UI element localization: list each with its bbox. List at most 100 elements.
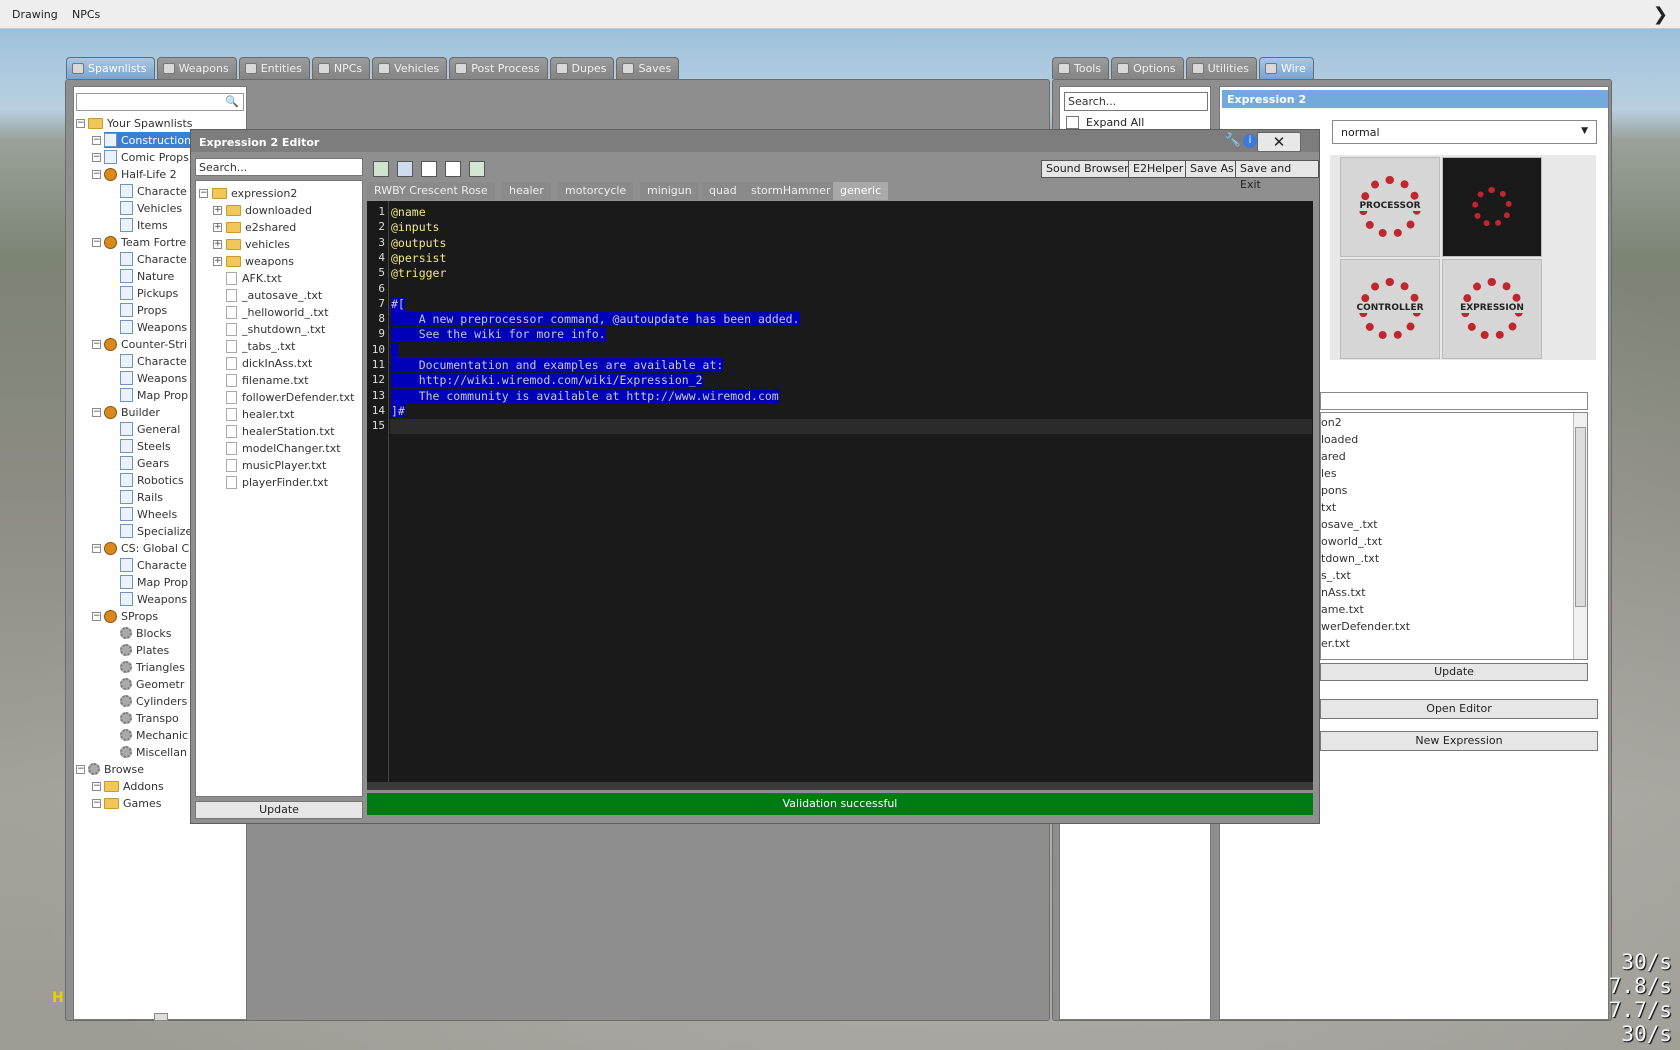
expander-icon[interactable]: − (92, 544, 101, 553)
code-tab[interactable]: stormHammer (744, 182, 838, 200)
tree-item[interactable]: Cylinders (120, 693, 187, 709)
file-list-item[interactable]: oworld_.txt (1321, 535, 1382, 548)
model-tile-processor[interactable]: PROCESSOR (1340, 157, 1440, 257)
expander-icon[interactable]: + (213, 223, 222, 232)
file-tree-item[interactable]: healer.txt (226, 406, 294, 422)
file-tree-item[interactable]: _autosave_.txt (226, 287, 322, 303)
model-tile-expression[interactable]: EXPRESSION (1442, 259, 1542, 359)
update-button[interactable]: Update (1320, 663, 1588, 681)
file-tree-item[interactable]: downloaded (226, 202, 312, 218)
chevron-right-icon[interactable]: ❯ (1653, 4, 1668, 25)
save-as-button[interactable]: Save As (1185, 160, 1239, 178)
tree-item[interactable]: CS: Global C (104, 540, 189, 556)
expander-icon[interactable]: + (213, 240, 222, 249)
tree-item[interactable]: Gears (120, 455, 169, 471)
open-editor-button[interactable]: Open Editor (1320, 699, 1598, 719)
tab-post-process[interactable]: Post Process (449, 57, 548, 79)
code-tab[interactable]: quad (702, 182, 744, 200)
resize-grip[interactable] (154, 1013, 168, 1021)
expander-icon[interactable]: − (92, 340, 101, 349)
expander-icon[interactable]: − (92, 153, 101, 162)
expander-icon[interactable]: − (92, 782, 101, 791)
model-tile-dark[interactable] (1442, 157, 1542, 257)
tree-item[interactable]: Construction (104, 132, 192, 148)
file-tree-item[interactable]: playerFinder.txt (226, 474, 328, 490)
tree-item[interactable]: Weapons (120, 370, 187, 386)
file-list-item[interactable]: ame.txt (1321, 603, 1364, 616)
code-tab[interactable]: minigun (640, 182, 699, 200)
tree-item[interactable]: Geometr (120, 676, 184, 692)
file-tree-item[interactable]: vehicles (226, 236, 290, 252)
tree-item[interactable]: Counter-Stri (104, 336, 187, 352)
tree-item[interactable]: Characte (120, 557, 187, 573)
file-list-item[interactable]: on2 (1321, 416, 1342, 429)
expander-icon[interactable]: + (213, 206, 222, 215)
scrollbar-thumb[interactable] (1575, 427, 1586, 607)
sound-browser-button[interactable]: Sound Browser (1041, 160, 1134, 178)
tab-spawnlists[interactable]: Spawnlists (66, 57, 155, 79)
file-tree-item[interactable]: followerDefender.txt (226, 389, 354, 405)
code-tab[interactable]: healer (502, 182, 551, 200)
tree-item[interactable]: Pickups (120, 285, 178, 301)
tab-vehicles[interactable]: Vehicles (372, 57, 448, 79)
file-tree-item[interactable]: e2shared (226, 219, 296, 235)
expander-icon[interactable]: − (76, 765, 85, 774)
tree-item[interactable]: Steels (120, 438, 171, 454)
tab-npcs[interactable]: NPCs (311, 57, 371, 79)
file-search-input[interactable] (1320, 392, 1588, 410)
tree-item[interactable]: Items (120, 217, 168, 233)
file-list-item[interactable]: pons (1321, 484, 1347, 497)
expander-icon[interactable]: − (92, 170, 101, 179)
tab-wire[interactable]: Wire (1258, 57, 1314, 79)
expander-icon[interactable]: + (213, 257, 222, 266)
file-list-item[interactable]: ared (1321, 450, 1346, 463)
expander-icon[interactable]: − (92, 136, 101, 145)
file-list-item[interactable]: werDefender.txt (1321, 620, 1410, 633)
file-list-item[interactable]: tdown_.txt (1321, 552, 1379, 565)
tab-utilities[interactable]: Utilities (1185, 57, 1257, 79)
expand-all-checkbox[interactable] (1066, 116, 1079, 129)
close-file-icon[interactable] (445, 161, 461, 177)
tab-weapons[interactable]: Weapons (156, 57, 237, 79)
e2helper-button[interactable]: E2Helper (1128, 160, 1189, 178)
tree-item[interactable]: Rails (120, 489, 163, 505)
search-icon[interactable]: 🔍 (225, 95, 239, 108)
file-tree-item[interactable]: AFK.txt (226, 270, 282, 286)
horizontal-scrollbar[interactable] (367, 782, 1313, 790)
file-list-item[interactable]: nAss.txt (1321, 586, 1366, 599)
file-list-item[interactable]: er.txt (1321, 637, 1350, 650)
file-tree-item[interactable]: healerStation.txt (226, 423, 335, 439)
expander-icon[interactable]: − (92, 238, 101, 247)
tab-options[interactable]: Options (1111, 57, 1184, 79)
expander-icon[interactable]: − (199, 189, 208, 198)
tree-item[interactable]: General (120, 421, 180, 437)
tree-item[interactable]: Specialize (120, 523, 192, 539)
info-icon[interactable]: i (1243, 134, 1257, 148)
file-tree-item[interactable]: dickInAss.txt (226, 355, 312, 371)
file-tree-item[interactable]: modelChanger.txt (226, 440, 341, 456)
tree-item[interactable]: Props (120, 302, 167, 318)
code-tab[interactable]: motorcycle (558, 182, 634, 200)
tree-item[interactable]: Triangles (120, 659, 185, 675)
tree-item[interactable]: Map Prop (120, 387, 188, 403)
tree-item[interactable]: Mechanic (120, 727, 188, 743)
tree-item[interactable]: Map Prop (120, 574, 188, 590)
file-tree-item[interactable]: expression2 (212, 185, 297, 201)
file-tree-item[interactable]: _shutdown_.txt (226, 321, 325, 337)
expander-icon[interactable]: − (92, 612, 101, 621)
menu-drawing[interactable]: Drawing (12, 8, 58, 21)
new-tab-icon[interactable] (373, 161, 389, 177)
tree-item[interactable]: Vehicles (120, 200, 182, 216)
file-list-item[interactable]: loaded (1321, 433, 1358, 446)
tab-saves[interactable]: Saves (616, 57, 680, 79)
tree-item[interactable]: Nature (120, 268, 174, 284)
expander-icon[interactable]: − (92, 799, 101, 808)
tree-item[interactable]: Wheels (120, 506, 177, 522)
tree-item[interactable]: Plates (120, 642, 169, 658)
wrench-icon[interactable]: 🔧 (1225, 133, 1241, 148)
editor-search-input[interactable]: Search... (195, 158, 363, 176)
file-list-item[interactable]: txt (1321, 501, 1336, 514)
save-and-exit-button[interactable]: Save and Exit (1235, 160, 1319, 191)
tree-item[interactable]: Characte (120, 251, 187, 267)
tree-item[interactable]: Browse (88, 761, 144, 777)
